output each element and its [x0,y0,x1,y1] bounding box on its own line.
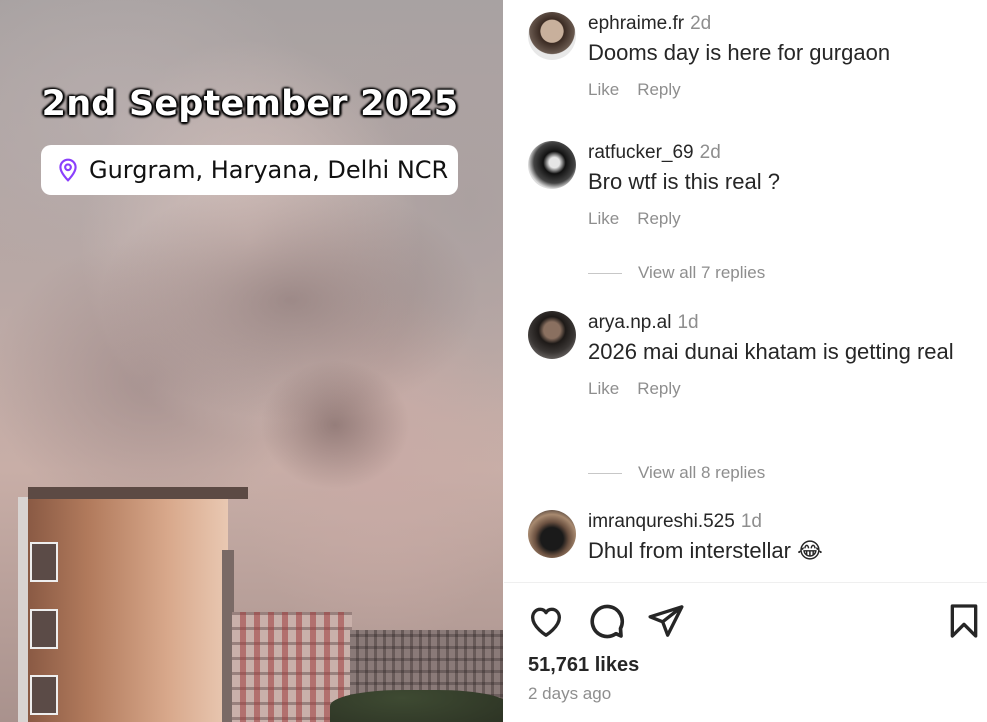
comment-username[interactable]: imranqureshi.525 [588,511,735,532]
replies-divider-line [588,472,622,474]
storm-cloud [260,360,410,490]
comment-reply-button[interactable]: Reply [637,80,680,99]
trees [330,690,503,722]
avatar[interactable] [528,311,576,359]
comment-time: 2d [690,13,712,34]
heart-icon[interactable] [526,601,566,641]
comment-reply-button[interactable]: Reply [637,209,680,228]
building-foreground [18,487,248,722]
comment-text: Dooms day is here for gurgaon [588,40,891,65]
comment-username[interactable]: ratfucker_69 [588,142,694,163]
likes-count[interactable]: 51,761 likes [528,654,639,677]
building-window [30,675,58,715]
comment-like-button[interactable]: Like [588,209,619,228]
comment-time: 1d [740,511,762,532]
bookmark-icon[interactable] [944,601,984,641]
location-text: Gurgram, Haryana, Delhi NCR [89,156,449,184]
post-timestamp: 2 days ago [528,684,612,703]
avatar[interactable] [528,141,576,189]
comment-like-button[interactable]: Like [588,379,619,398]
post-video[interactable]: 2nd September 2025 Gurgram, Haryana, Del… [0,0,503,722]
location-pill: Gurgram, Haryana, Delhi NCR [41,145,458,195]
comment-time: 1d [677,312,699,333]
comments-list[interactable]: ephraime.fr 2d Dooms day is here for gurg… [504,0,987,582]
avatar[interactable] [528,510,576,558]
video-date-overlay: 2nd September 2025 [41,84,459,124]
comment-reply-button[interactable]: Reply [637,379,680,398]
comment-bubble-icon[interactable] [586,601,626,641]
comment-username[interactable]: ephraime.fr [588,13,684,34]
view-replies-button[interactable]: View all 7 replies [588,263,765,283]
building-window [30,609,58,649]
view-replies-label: View all 8 replies [638,463,766,482]
building-window [30,542,58,582]
comment-text: Dhul from interstellar 😂 [588,538,823,563]
avatar[interactable] [528,12,576,60]
location-pin-icon [59,158,77,182]
paper-plane-icon[interactable] [646,601,686,641]
comment-text: 2026 mai dunai khatam is getting real [588,339,954,364]
view-replies-button[interactable]: View all 8 replies [588,463,765,483]
comment-username[interactable]: arya.np.al [588,312,671,333]
comment-text: Bro wtf is this real ? [588,169,780,194]
section-divider [504,582,987,583]
comment-time: 2d [699,142,721,163]
comment-like-button[interactable]: Like [588,80,619,99]
replies-divider-line [588,272,622,274]
view-replies-label: View all 7 replies [638,263,766,282]
